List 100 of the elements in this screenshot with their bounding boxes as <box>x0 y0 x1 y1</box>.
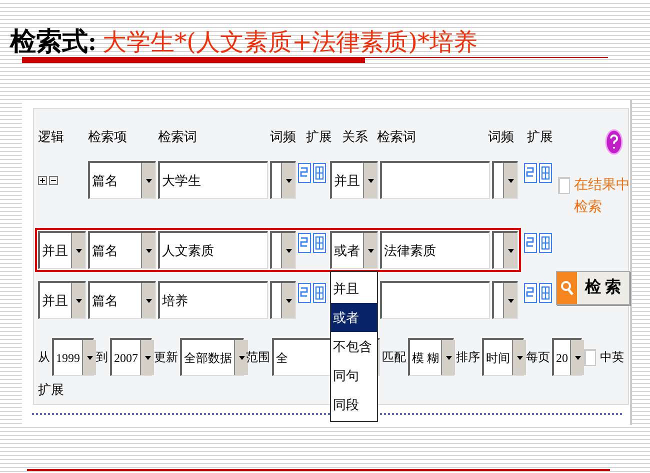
caret-icon <box>516 356 522 360</box>
dropdown-arrow-button[interactable] <box>570 340 584 375</box>
frequency-select[interactable] <box>270 161 296 199</box>
grid-icon[interactable] <box>313 163 326 183</box>
caret-icon <box>76 248 82 252</box>
dropdown-arrow-button[interactable] <box>503 233 517 268</box>
dropdown-arrow-button[interactable] <box>71 233 85 268</box>
grid-icon[interactable] <box>539 233 552 253</box>
checkbox[interactable] <box>584 348 596 366</box>
caret-icon <box>286 248 292 252</box>
dropdown-arrow-button[interactable] <box>141 283 155 318</box>
caret-icon <box>286 298 292 302</box>
language-label: 中英 <box>600 349 624 366</box>
grid-icon[interactable] <box>313 233 326 253</box>
relation-select[interactable]: 并且 <box>330 161 378 199</box>
caret-icon <box>238 356 244 360</box>
dropdown-arrow-button[interactable] <box>281 163 295 198</box>
caret-icon <box>146 178 152 182</box>
search-term-field[interactable] <box>380 281 490 319</box>
filter-select[interactable]: 1999 <box>52 338 94 376</box>
filter-select[interactable]: 20 <box>552 338 582 376</box>
column-header: 扩展 <box>306 129 332 144</box>
dropdown-arrow-button[interactable] <box>441 340 455 375</box>
dropdown-arrow-button[interactable] <box>281 283 295 318</box>
dropdown-arrow-button[interactable] <box>82 340 96 375</box>
filter-select[interactable]: 时间 <box>482 338 524 376</box>
caret-icon <box>446 356 452 360</box>
search-button[interactable]: 检 索 <box>556 271 630 305</box>
dropdown-arrow-button[interactable] <box>140 340 154 375</box>
filter-select[interactable]: 2007 <box>110 338 152 376</box>
filter-label: 从 <box>38 349 50 366</box>
search-formula: 大学生*(人文素质+法律素质)*培养 <box>102 27 478 58</box>
help-icon[interactable] <box>605 129 623 155</box>
caret-icon <box>76 298 82 302</box>
filter-label: 到 <box>96 349 108 366</box>
column-header: 词频 <box>270 129 296 144</box>
checkbox[interactable] <box>558 177 570 194</box>
grid-icon[interactable] <box>313 283 326 303</box>
logic-select[interactable]: 并且 <box>38 231 86 269</box>
grid-icon[interactable] <box>539 163 552 183</box>
search-term-field[interactable] <box>380 161 490 199</box>
dropdown-arrow-button[interactable] <box>503 163 517 198</box>
column-header: 检索词 <box>377 129 416 144</box>
caret-icon <box>508 248 514 252</box>
search-term-field[interactable]: 法律素质 <box>380 231 490 269</box>
frequency-select[interactable] <box>492 281 518 319</box>
relation-select[interactable]: 或者 <box>330 231 378 269</box>
filter-label: 范围 <box>246 349 270 366</box>
dropdown-option[interactable]: 并且 <box>331 274 377 303</box>
search-icon <box>560 280 574 296</box>
search-term-field[interactable]: 培养 <box>158 281 268 319</box>
word-frequency-icon[interactable] <box>298 163 311 183</box>
caret-icon <box>508 178 514 182</box>
column-header: 关系 <box>342 129 368 144</box>
field-select[interactable]: 篇名 <box>88 281 156 319</box>
grid-icon[interactable] <box>539 283 552 303</box>
word-frequency-icon[interactable] <box>524 283 537 303</box>
dropdown-option[interactable]: 或者 <box>331 303 377 332</box>
filter-select[interactable]: 模 糊 <box>408 338 454 376</box>
dropdown-arrow-button[interactable] <box>141 233 155 268</box>
word-frequency-icon[interactable] <box>524 233 537 253</box>
field-select[interactable]: 篇名 <box>88 161 156 199</box>
search-in-results-label: 在结果中检索 <box>574 176 631 217</box>
search-term-field[interactable]: 大学生 <box>158 161 268 199</box>
filter-label: 更新 <box>154 349 178 366</box>
add-row-icon[interactable] <box>38 176 47 184</box>
frequency-select[interactable] <box>492 161 518 199</box>
expand-label: 扩展 <box>38 382 64 397</box>
dropdown-arrow-button[interactable] <box>281 233 295 268</box>
column-header: 扩展 <box>527 129 553 144</box>
dropdown-arrow-button[interactable] <box>363 233 377 268</box>
filter-label: 排序 <box>456 349 480 366</box>
field-select[interactable]: 篇名 <box>88 231 156 269</box>
word-frequency-icon[interactable] <box>298 283 311 303</box>
caret-icon <box>368 178 374 182</box>
caret-icon <box>508 298 514 302</box>
frequency-select[interactable] <box>492 231 518 269</box>
dropdown-arrow-button[interactable] <box>503 283 517 318</box>
column-header: 检索词 <box>158 129 197 144</box>
filter-label: 每页 <box>526 349 550 366</box>
dropdown-arrow-button[interactable] <box>141 163 155 198</box>
column-header: 词频 <box>488 129 514 144</box>
remove-row-icon[interactable] <box>49 176 58 184</box>
column-header: 逻辑 <box>38 129 64 144</box>
frequency-select[interactable] <box>270 281 296 319</box>
dropdown-option[interactable]: 同段 <box>331 390 377 419</box>
dropdown-arrow-button[interactable] <box>363 163 377 198</box>
dropdown-arrow-button[interactable] <box>234 340 248 375</box>
caret-icon <box>286 178 292 182</box>
word-frequency-icon[interactable] <box>524 163 537 183</box>
dropdown-arrow-button[interactable] <box>71 283 85 318</box>
logic-select[interactable]: 并且 <box>38 281 86 319</box>
caret-icon <box>368 248 374 252</box>
search-term-field[interactable]: 人文素质 <box>158 231 268 269</box>
caret-icon <box>144 356 150 360</box>
caret-icon <box>574 356 580 360</box>
word-frequency-icon[interactable] <box>298 233 311 253</box>
frequency-select[interactable] <box>270 231 296 269</box>
filter-label: 匹配 <box>382 349 406 366</box>
dropdown-arrow-button[interactable] <box>512 340 526 375</box>
